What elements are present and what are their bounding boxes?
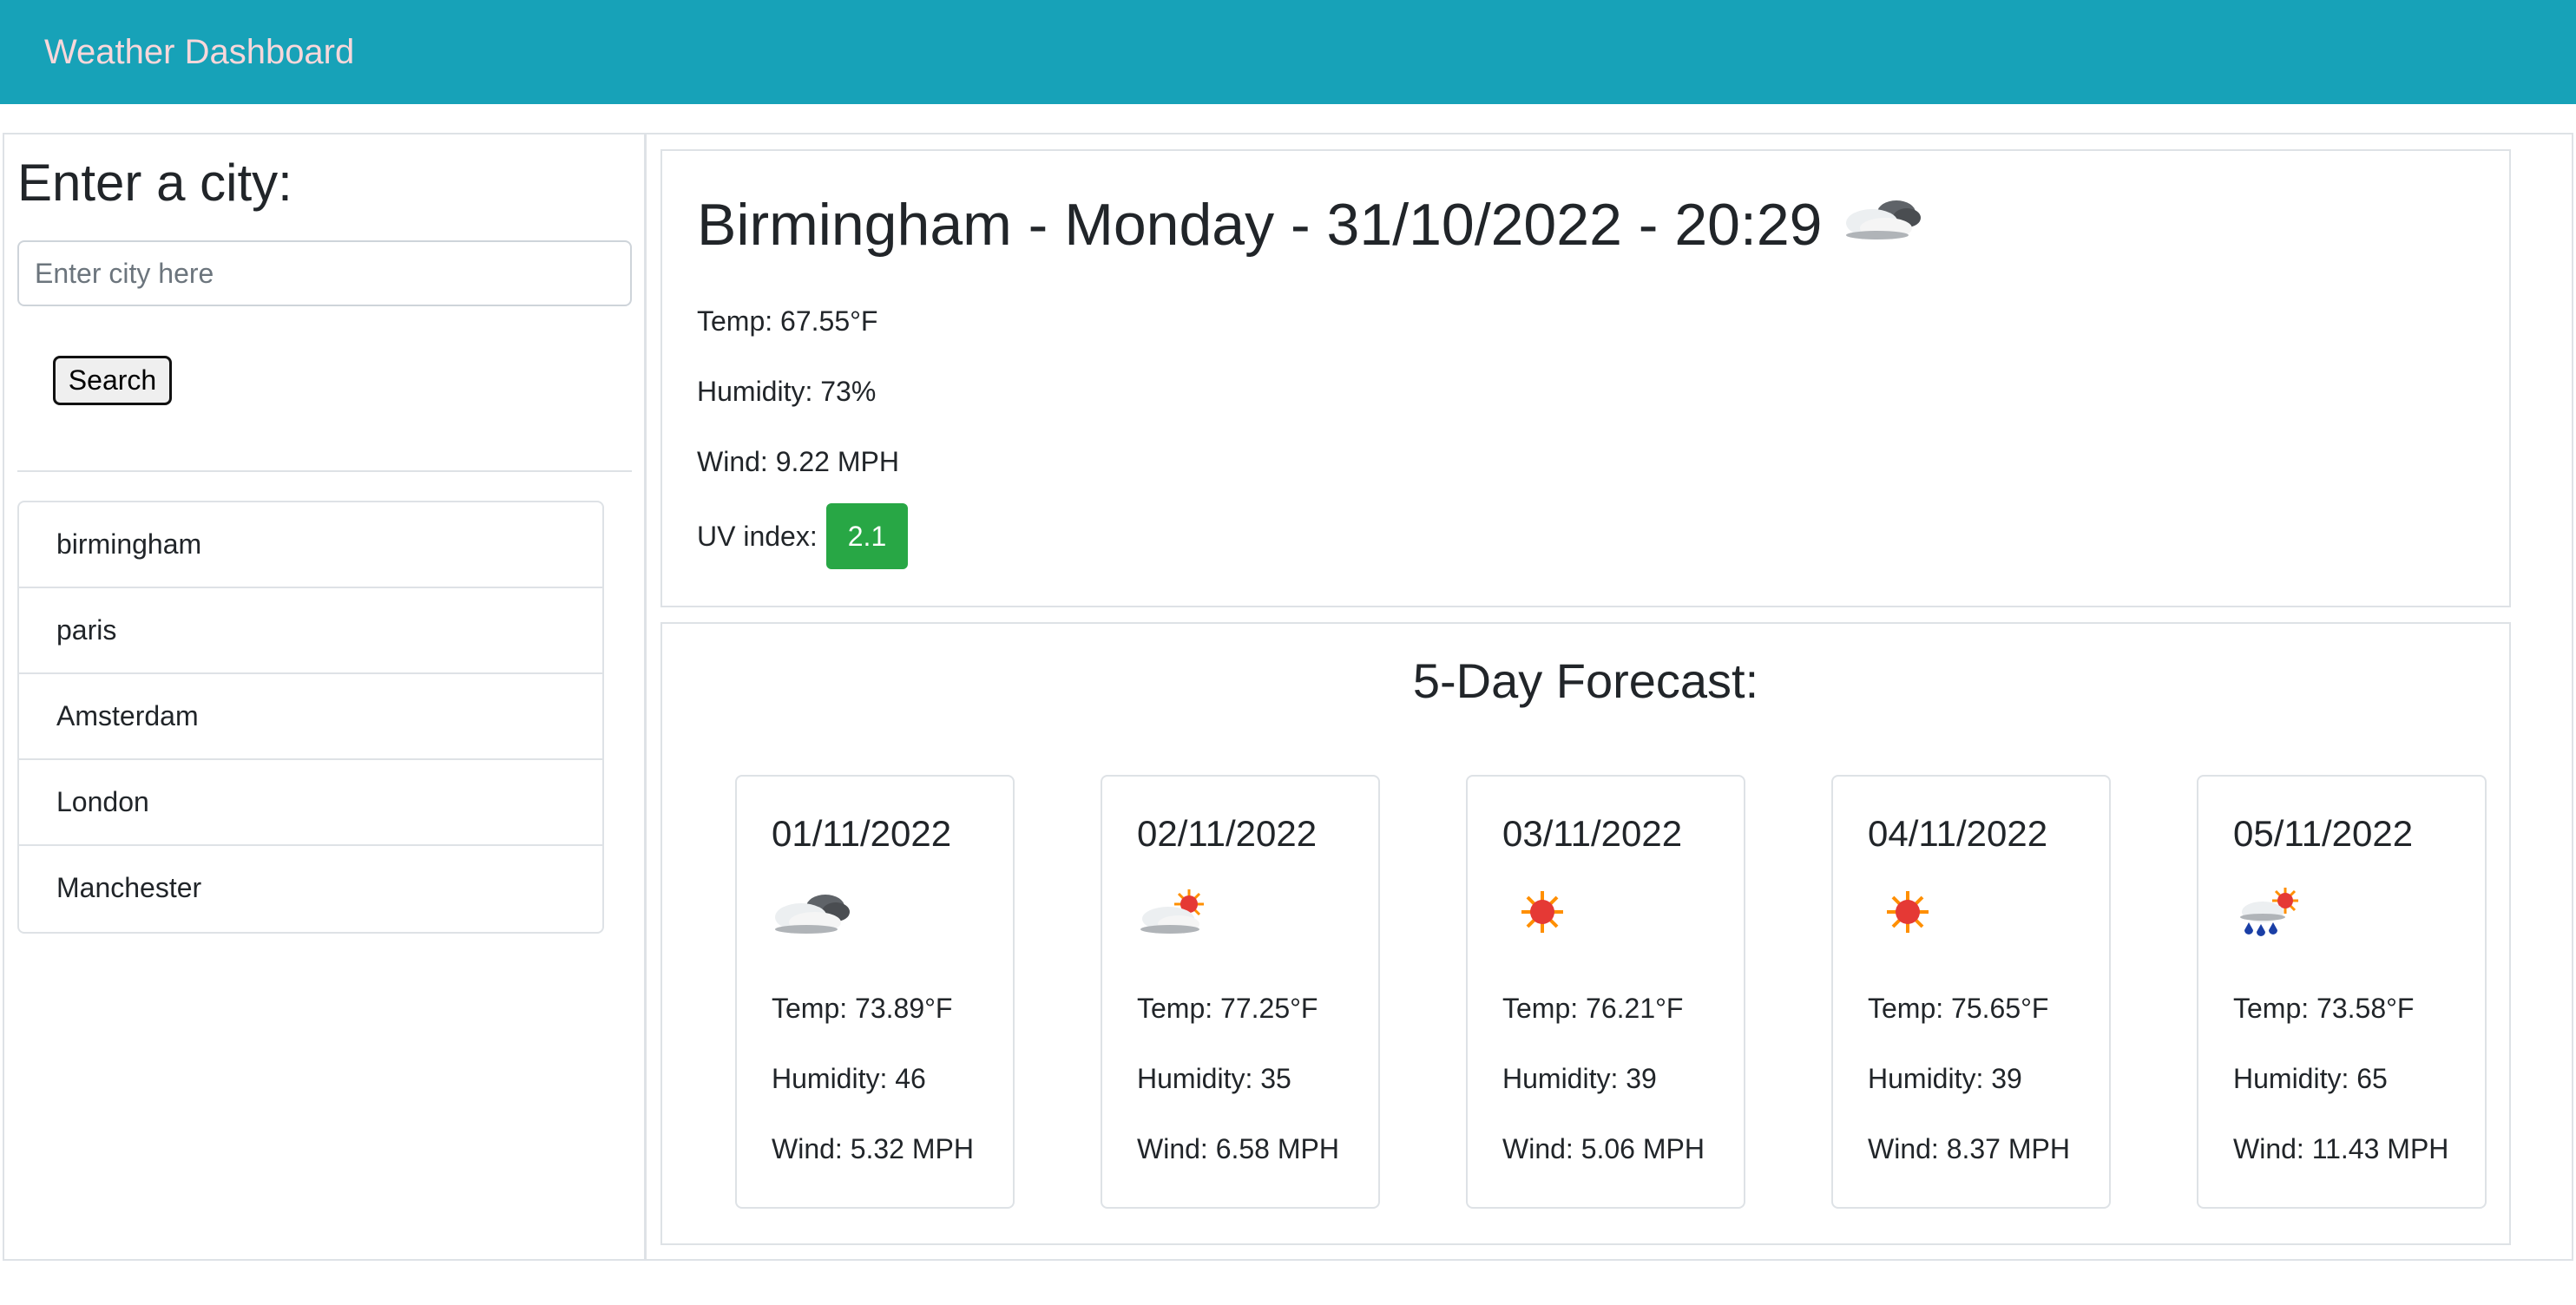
city-search-input[interactable] xyxy=(17,240,632,306)
cloudy-icon xyxy=(1843,188,1922,259)
forecast-panel: 5-Day Forecast: 01/11/2022 Temp: 73.89°F… xyxy=(660,622,2511,1245)
history-item-manchester[interactable]: Manchester xyxy=(19,846,602,932)
history-item-paris[interactable]: paris xyxy=(19,588,602,674)
forecast-date: 04/11/2022 xyxy=(1868,813,2048,854)
sidebar: Enter a city: Search birmingham paris Am… xyxy=(3,133,647,1261)
forecast-date: 03/11/2022 xyxy=(1502,813,1683,854)
history-item-london[interactable]: London xyxy=(19,760,602,846)
navbar: Weather Dashboard xyxy=(0,0,2576,104)
app-brand[interactable]: Weather Dashboard xyxy=(44,31,354,73)
forecast-date: 01/11/2022 xyxy=(772,813,952,854)
forecast-temp: Temp: 73.58°F xyxy=(2233,993,2415,1024)
sun-icon xyxy=(1502,884,1582,944)
rain-sun-icon xyxy=(2233,884,2313,944)
cloudy-icon xyxy=(772,884,851,944)
forecast-date: 05/11/2022 xyxy=(2233,813,2414,854)
current-wind: Wind: 9.22 MPH xyxy=(697,446,899,477)
forecast-wind: Wind: 11.43 MPH xyxy=(2233,1133,2449,1164)
forecast-wind: Wind: 6.58 MPH xyxy=(1137,1133,1339,1164)
forecast-wind: Wind: 5.06 MPH xyxy=(1502,1133,1705,1164)
forecast-temp: Temp: 75.65°F xyxy=(1868,993,2049,1024)
forecast-card: 01/11/2022 Temp: 73.89°F Humidity: 46 Wi… xyxy=(735,775,1015,1209)
forecast-humidity: Humidity: 46 xyxy=(772,1063,926,1094)
forecast-card: 04/11/2022 Temp: 75.65°F Humidity: 39 Wi… xyxy=(1831,775,2111,1209)
current-temp: Temp: 67.55°F xyxy=(697,305,878,337)
forecast-card: 02/11/2022 Temp: 77.25°F Humidity: 35 Wi… xyxy=(1101,775,1380,1209)
uv-index-badge: 2.1 xyxy=(826,503,908,569)
forecast-title: 5-Day Forecast: xyxy=(1412,653,1759,708)
search-button[interactable]: Search xyxy=(53,356,172,405)
partly-cloudy-icon xyxy=(1137,884,1217,944)
sun-icon xyxy=(1868,884,1948,944)
sidebar-title: Enter a city: xyxy=(17,154,292,212)
forecast-humidity: Humidity: 39 xyxy=(1502,1063,1657,1094)
forecast-temp: Temp: 76.21°F xyxy=(1502,993,1684,1024)
forecast-humidity: Humidity: 39 xyxy=(1868,1063,2022,1094)
current-weather-panel: Birmingham - Monday - 31/10/2022 - 20:29… xyxy=(660,149,2511,607)
forecast-wind: Wind: 8.37 MPH xyxy=(1868,1133,2070,1164)
current-humidity: Humidity: 73% xyxy=(697,376,877,407)
search-history-list: birmingham paris Amsterdam London Manche… xyxy=(17,501,604,934)
forecast-humidity: Humidity: 35 xyxy=(1137,1063,1291,1094)
history-item-amsterdam[interactable]: Amsterdam xyxy=(19,674,602,760)
current-city-date: Birmingham - Monday - 31/10/2022 - 20:29 xyxy=(697,192,1823,258)
forecast-date: 02/11/2022 xyxy=(1137,813,1318,854)
uv-index-label: UV index: xyxy=(697,521,818,552)
current-weather-title: Birmingham - Monday - 31/10/2022 - 20:29 xyxy=(697,189,1922,265)
sidebar-divider xyxy=(17,470,632,472)
forecast-card: 05/11/2022 Temp: 73.58°F Humidity: 65 Wi… xyxy=(2197,775,2487,1209)
history-item-birmingham[interactable]: birmingham xyxy=(19,502,602,588)
forecast-temp: Temp: 73.89°F xyxy=(772,993,953,1024)
forecast-card: 03/11/2022 Temp: 76.21°F Humidity: 39 Wi… xyxy=(1466,775,1745,1209)
forecast-humidity: Humidity: 65 xyxy=(2233,1063,2388,1094)
forecast-wind: Wind: 5.32 MPH xyxy=(772,1133,974,1164)
forecast-temp: Temp: 77.25°F xyxy=(1137,993,1318,1024)
